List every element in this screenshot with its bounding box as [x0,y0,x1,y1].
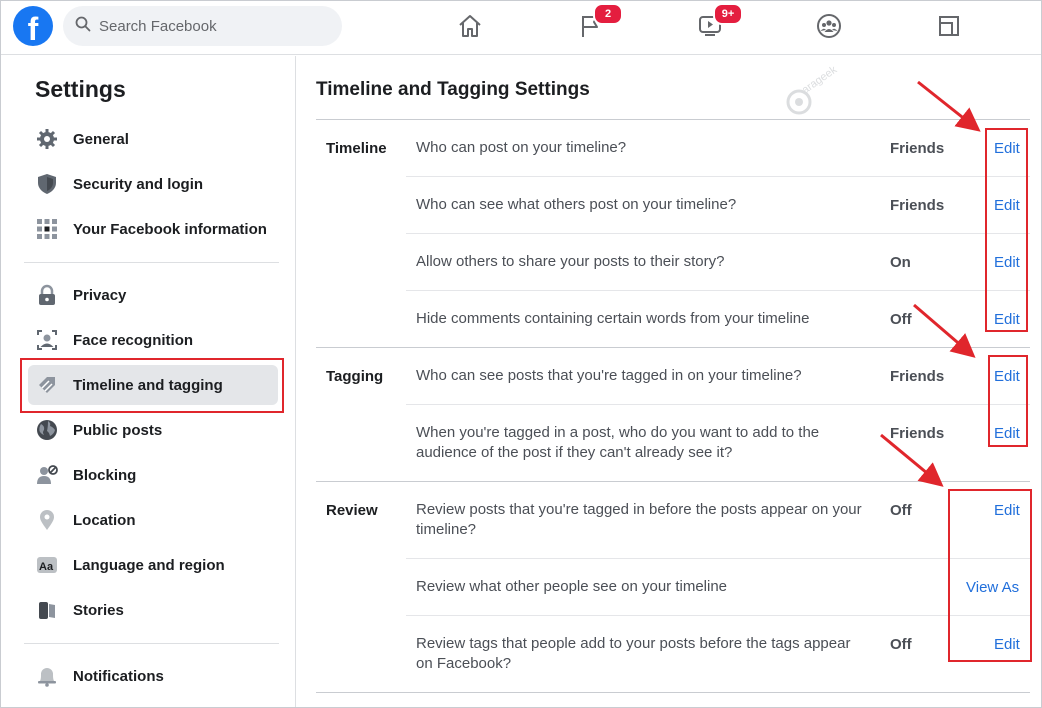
annotation-arrows [880,80,981,487]
annotation-arrow [913,303,976,358]
annotation-arrow [880,433,944,487]
window-frame: f 2 9+ Settings [0,0,1042,708]
annotation-arrow [917,80,981,132]
